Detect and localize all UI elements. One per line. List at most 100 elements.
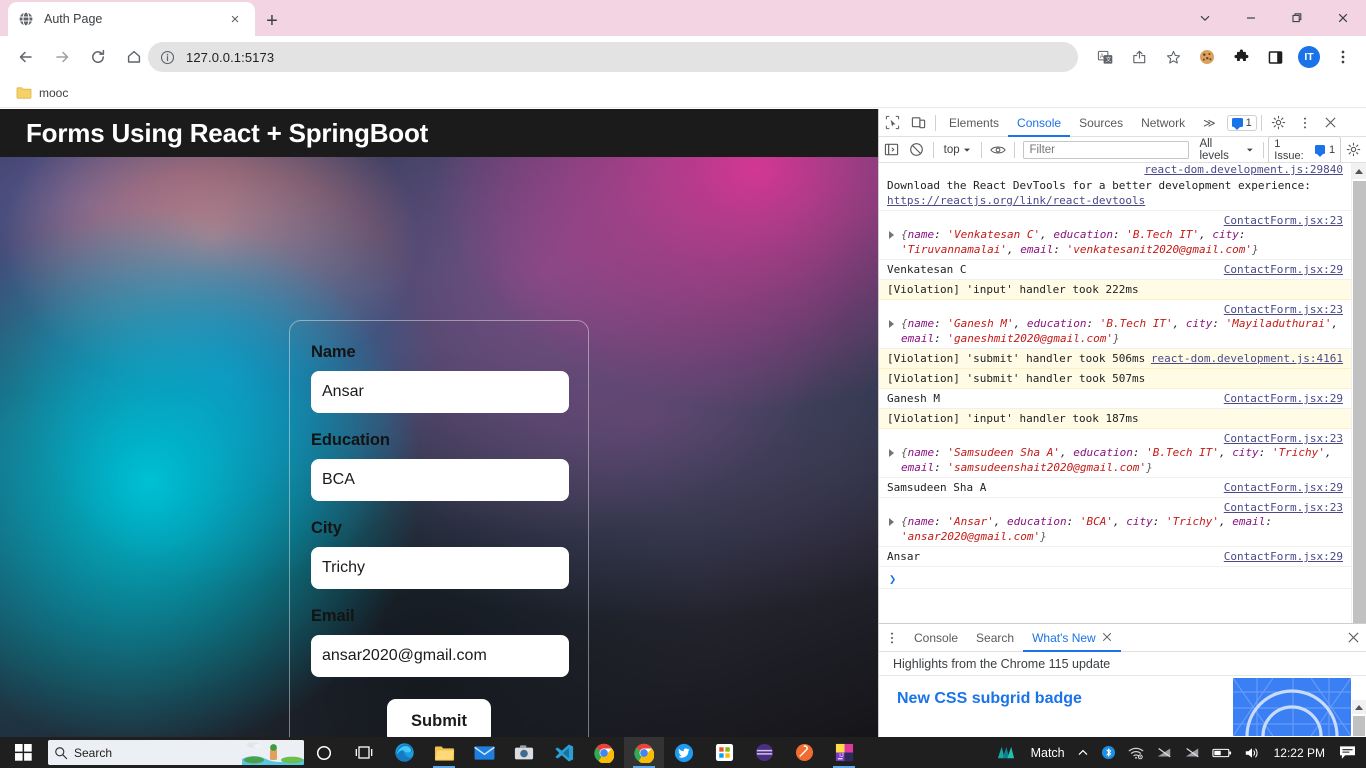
source-link[interactable]: ContactForm.jsx:29 (1224, 549, 1343, 564)
source-link[interactable]: ContactForm.jsx:23 (1224, 302, 1343, 317)
console-prompt[interactable]: ❯ (879, 567, 1351, 589)
tab-elements[interactable]: Elements (940, 109, 1008, 137)
inspect-element-icon[interactable] (879, 110, 905, 136)
clock[interactable]: 12:22 PM (1266, 737, 1333, 768)
source-link[interactable]: ContactForm.jsx:29 (1224, 262, 1343, 277)
forward-button[interactable] (46, 41, 78, 73)
device-toolbar-icon[interactable] (905, 110, 931, 136)
cortana-circle-icon[interactable] (304, 737, 344, 768)
scrollbar-thumb[interactable] (1353, 716, 1365, 736)
chrome-icon[interactable] (584, 737, 624, 768)
sidepanel-icon[interactable] (1260, 42, 1290, 72)
task-view-icon[interactable] (344, 737, 384, 768)
clear-console-icon[interactable] (904, 137, 929, 163)
show-console-sidebar-icon[interactable] (879, 137, 904, 163)
partial-source-link[interactable]: react-dom.development.js:29840 (879, 163, 1351, 176)
expand-arrow-icon[interactable] (889, 231, 894, 239)
bluetooth-icon[interactable] (1095, 737, 1122, 768)
translate-icon[interactable]: A文 (1090, 42, 1120, 72)
close-button[interactable] (1320, 0, 1366, 36)
chrome-active-icon[interactable] (624, 737, 664, 768)
extensions-puzzle-icon[interactable] (1226, 42, 1256, 72)
email-input[interactable] (311, 635, 569, 677)
source-link[interactable]: ContactForm.jsx:23 (1224, 213, 1343, 228)
avatar[interactable]: IT (1294, 42, 1324, 72)
tab-sources[interactable]: Sources (1070, 109, 1132, 137)
camera-icon[interactable] (504, 737, 544, 768)
vscode-icon[interactable] (544, 737, 584, 768)
issues-badge[interactable]: 1 Issue: 1 (1268, 135, 1342, 164)
devtools-close-icon[interactable] (1318, 110, 1344, 136)
info-circle-icon[interactable] (158, 48, 176, 66)
gear-icon[interactable] (1266, 110, 1292, 136)
postman-icon[interactable] (784, 737, 824, 768)
expand-arrow-icon[interactable] (889, 449, 894, 457)
twitter-icon[interactable] (664, 737, 704, 768)
console-settings-gear-icon[interactable] (1341, 137, 1366, 163)
name-input[interactable] (311, 371, 569, 413)
drawer-tab-close-icon[interactable] (1102, 631, 1112, 645)
react-devtools-link[interactable]: https://reactjs.org/link/react-devtools (887, 194, 1145, 207)
tab-close-icon[interactable]: × (225, 9, 245, 29)
edge-icon[interactable] (384, 737, 424, 768)
battery-icon[interactable] (1206, 737, 1238, 768)
drawer-tab-whats-new[interactable]: What's New (1023, 624, 1121, 652)
volume-icon[interactable] (1238, 737, 1266, 768)
search-input[interactable]: Search (48, 740, 304, 765)
home-button[interactable] (118, 41, 150, 73)
intellij-icon[interactable]: IJ (824, 737, 864, 768)
console-object-ansar[interactable]: ContactForm.jsx:23 {name: 'Ansar', educa… (879, 498, 1351, 547)
console-filter-input[interactable] (1023, 140, 1190, 159)
source-link[interactable]: ContactForm.jsx:23 (1224, 500, 1343, 515)
expand-arrow-icon[interactable] (889, 518, 894, 526)
minimize-button[interactable] (1228, 0, 1274, 36)
match-app-label[interactable]: Match (1025, 737, 1071, 768)
submit-button[interactable]: Submit (387, 699, 491, 737)
new-tab-button[interactable]: + (258, 7, 286, 35)
tab-network[interactable]: Network (1132, 109, 1194, 137)
scroll-up-button[interactable] (1352, 163, 1366, 179)
live-expression-eye-icon[interactable] (986, 137, 1011, 163)
source-link[interactable]: react-dom.development.js:4161 (1151, 351, 1343, 366)
notification-icon[interactable] (1333, 737, 1362, 768)
microsoft-store-icon[interactable] (704, 737, 744, 768)
network-disconnected-icon[interactable] (1150, 737, 1178, 768)
dev-tool-icon[interactable] (744, 737, 784, 768)
three-dot-menu-icon[interactable] (1328, 42, 1358, 72)
whats-new-scrollbar[interactable] (1352, 700, 1366, 736)
network-disconnected-icon-2[interactable] (1178, 737, 1206, 768)
back-button[interactable] (10, 41, 42, 73)
browser-tab[interactable]: Auth Page × (8, 2, 255, 36)
drawer-tab-console[interactable]: Console (905, 624, 967, 652)
drawer-menu-icon[interactable] (879, 625, 905, 651)
log-level-select[interactable]: All levels (1193, 138, 1259, 162)
source-link[interactable]: ContactForm.jsx:29 (1224, 480, 1343, 495)
bookmark-star-icon[interactable] (1158, 42, 1188, 72)
console-message-badge[interactable]: 1 (1226, 114, 1257, 131)
tab-search-chevron-icon[interactable] (1182, 0, 1228, 36)
city-input[interactable] (311, 547, 569, 589)
console-object-venkatesan[interactable]: ContactForm.jsx:23 {name: 'Venkatesan C'… (879, 211, 1351, 260)
reload-button[interactable] (82, 41, 114, 73)
education-input[interactable] (311, 459, 569, 501)
more-tabs-button[interactable]: ≫ (1194, 109, 1225, 137)
devtools-more-icon[interactable] (1292, 110, 1318, 136)
share-icon[interactable] (1124, 42, 1154, 72)
windows-start-icon[interactable] (0, 737, 46, 768)
bookmark-item-mooc[interactable]: mooc (10, 83, 74, 103)
maximize-button[interactable] (1274, 0, 1320, 36)
drawer-close-icon[interactable] (1340, 625, 1366, 651)
execution-context-select[interactable]: top (938, 144, 977, 156)
address-bar[interactable]: 127.0.0.1:5173 (148, 42, 1078, 72)
drawer-tab-search[interactable]: Search (967, 624, 1023, 652)
match-app-icon[interactable] (990, 737, 1021, 768)
chevron-up-icon[interactable] (1071, 737, 1095, 768)
source-link[interactable]: ContactForm.jsx:23 (1224, 431, 1343, 446)
source-link[interactable]: ContactForm.jsx:29 (1224, 391, 1343, 406)
expand-arrow-icon[interactable] (889, 320, 894, 328)
wifi-off-icon[interactable] (1122, 737, 1150, 768)
tab-console[interactable]: Console (1008, 109, 1070, 137)
whats-new-article-title[interactable]: New CSS subgrid badge (897, 690, 1082, 708)
mail-icon[interactable] (464, 737, 504, 768)
console-object-ganesh[interactable]: ContactForm.jsx:23 {name: 'Ganesh M', ed… (879, 300, 1351, 349)
